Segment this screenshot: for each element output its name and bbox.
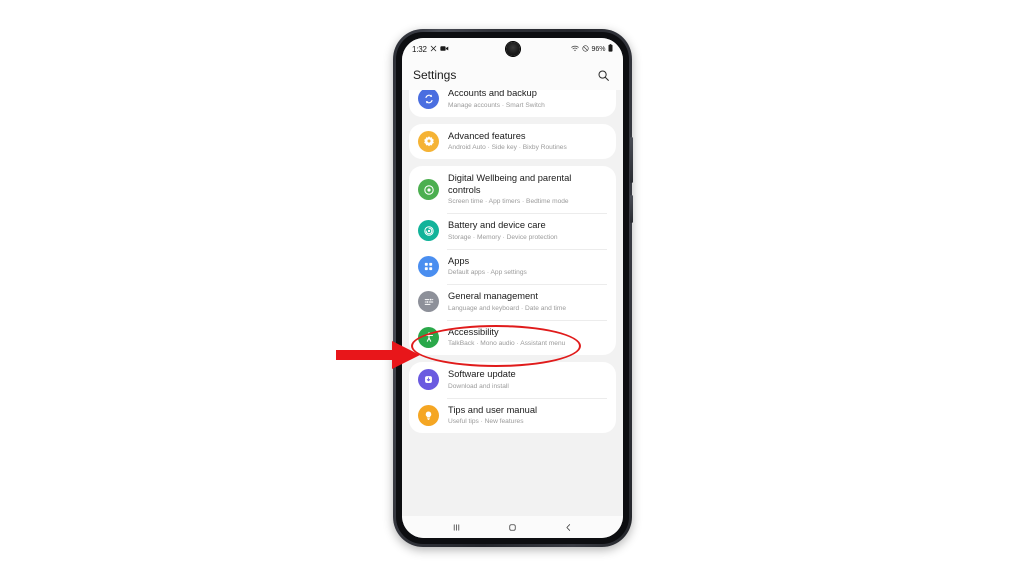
accounts-sync-icon <box>418 90 439 110</box>
settings-card: Advanced features Android Auto · Side ke… <box>409 123 616 160</box>
settings-row-text: Digital Wellbeing and parental controls … <box>448 173 590 206</box>
settings-row-subtitle: TalkBack · Mono audio · Assistant menu <box>448 340 566 347</box>
settings-card: Digital Wellbeing and parental controls … <box>409 166 616 355</box>
settings-row-general-management[interactable]: General management Language and keyboard… <box>409 284 616 320</box>
settings-row-title: Accessibility <box>448 326 499 337</box>
settings-list[interactable]: Accounts and backup Manage accounts · Sm… <box>402 90 623 516</box>
status-bar-left: 1:32 <box>412 45 449 54</box>
search-icon[interactable] <box>594 66 612 84</box>
settings-row-subtitle: Manage accounts · Smart Switch <box>448 101 545 109</box>
settings-row-text: Battery and device care Storage · Memory… <box>448 220 558 242</box>
software-update-icon <box>418 369 439 391</box>
phone-screen: 1:32 96% Settings Accounts and backup Ma… <box>402 38 623 538</box>
power-button[interactable] <box>630 195 633 223</box>
settings-row-text: Accounts and backup Manage accounts · Sm… <box>448 90 545 110</box>
settings-row-text: Apps Default apps · App settings <box>448 256 527 278</box>
status-bar-right: 96% <box>571 44 613 54</box>
settings-row-text: Tips and user manual Useful tips · New f… <box>448 405 537 427</box>
back-icon[interactable] <box>563 522 574 533</box>
settings-row-software-update[interactable]: Software update Download and install <box>409 362 616 398</box>
settings-row-text: Software update Download and install <box>448 369 516 391</box>
battery-icon <box>608 44 613 54</box>
recents-icon[interactable] <box>451 522 462 533</box>
mute-icon <box>430 45 437 54</box>
settings-row-battery-and-device-care[interactable]: Battery and device care Storage · Memory… <box>409 213 616 249</box>
status-clock: 1:32 <box>412 44 427 54</box>
settings-row-title: Advanced features <box>448 130 526 141</box>
settings-row-title: Battery and device care <box>448 220 546 230</box>
device-care-icon <box>418 220 439 242</box>
front-camera-punch-hole <box>505 42 520 56</box>
screen-recorder-icon <box>440 45 449 54</box>
settings-row-subtitle: Android Auto · Side key · Bixby Routines <box>448 144 567 151</box>
battery-percent-label: 96% <box>591 45 606 53</box>
settings-row-title: Tips and user manual <box>448 404 538 415</box>
settings-row-subtitle: Download and install <box>448 382 509 390</box>
settings-row-subtitle: Useful tips · New features <box>448 418 524 425</box>
app-bar: Settings <box>402 60 623 90</box>
tips-lightbulb-icon <box>418 404 439 426</box>
navigation-bar <box>402 516 623 538</box>
home-icon[interactable] <box>507 522 518 533</box>
settings-row-tips-and-user-manual[interactable]: Tips and user manual Useful tips · New f… <box>409 397 616 434</box>
advanced-features-icon <box>418 130 439 152</box>
apps-grid-icon <box>418 255 439 277</box>
settings-row-accounts-and-backup[interactable]: Accounts and backup Manage accounts · Sm… <box>409 90 616 117</box>
settings-row-title: Accounts and backup <box>448 90 537 98</box>
wifi-icon <box>571 45 580 54</box>
settings-row-apps[interactable]: Apps Default apps · App settings <box>409 248 616 285</box>
settings-row-digital-wellbeing[interactable]: Digital Wellbeing and parental controls … <box>409 166 616 213</box>
general-management-icon <box>418 291 439 313</box>
settings-row-title: General management <box>448 291 538 301</box>
status-bar: 1:32 96% <box>402 38 623 60</box>
phone-device: 1:32 96% Settings Accounts and backup Ma… <box>393 29 633 547</box>
do-not-disturb-icon <box>582 44 589 54</box>
accessibility-icon <box>418 326 439 348</box>
settings-row-text: Accessibility TalkBack · Mono audio · As… <box>448 327 565 349</box>
settings-row-text: Advanced features Android Auto · Side ke… <box>448 131 567 153</box>
settings-row-text: General management Language and keyboard… <box>448 291 566 313</box>
settings-row-title: Digital Wellbeing and parental controls <box>448 173 572 195</box>
settings-row-subtitle: Storage · Memory · Device protection <box>448 233 558 241</box>
settings-row-title: Apps <box>448 255 470 266</box>
settings-row-title: Software update <box>448 369 516 379</box>
settings-row-advanced-features[interactable]: Advanced features Android Auto · Side ke… <box>409 124 616 160</box>
settings-row-subtitle: Screen time · App timers · Bedtime mode <box>448 198 569 205</box>
settings-card: Accounts and backup Manage accounts · Sm… <box>409 90 616 117</box>
settings-card: Software update Download and install Tip… <box>409 362 616 433</box>
settings-row-subtitle: Default apps · App settings <box>448 269 527 276</box>
settings-row-accessibility[interactable]: Accessibility TalkBack · Mono audio · As… <box>409 319 616 356</box>
settings-row-subtitle: Language and keyboard · Date and time <box>448 304 567 312</box>
page-title: Settings <box>413 68 457 82</box>
volume-button[interactable] <box>630 137 633 183</box>
digital-wellbeing-icon <box>418 179 439 200</box>
